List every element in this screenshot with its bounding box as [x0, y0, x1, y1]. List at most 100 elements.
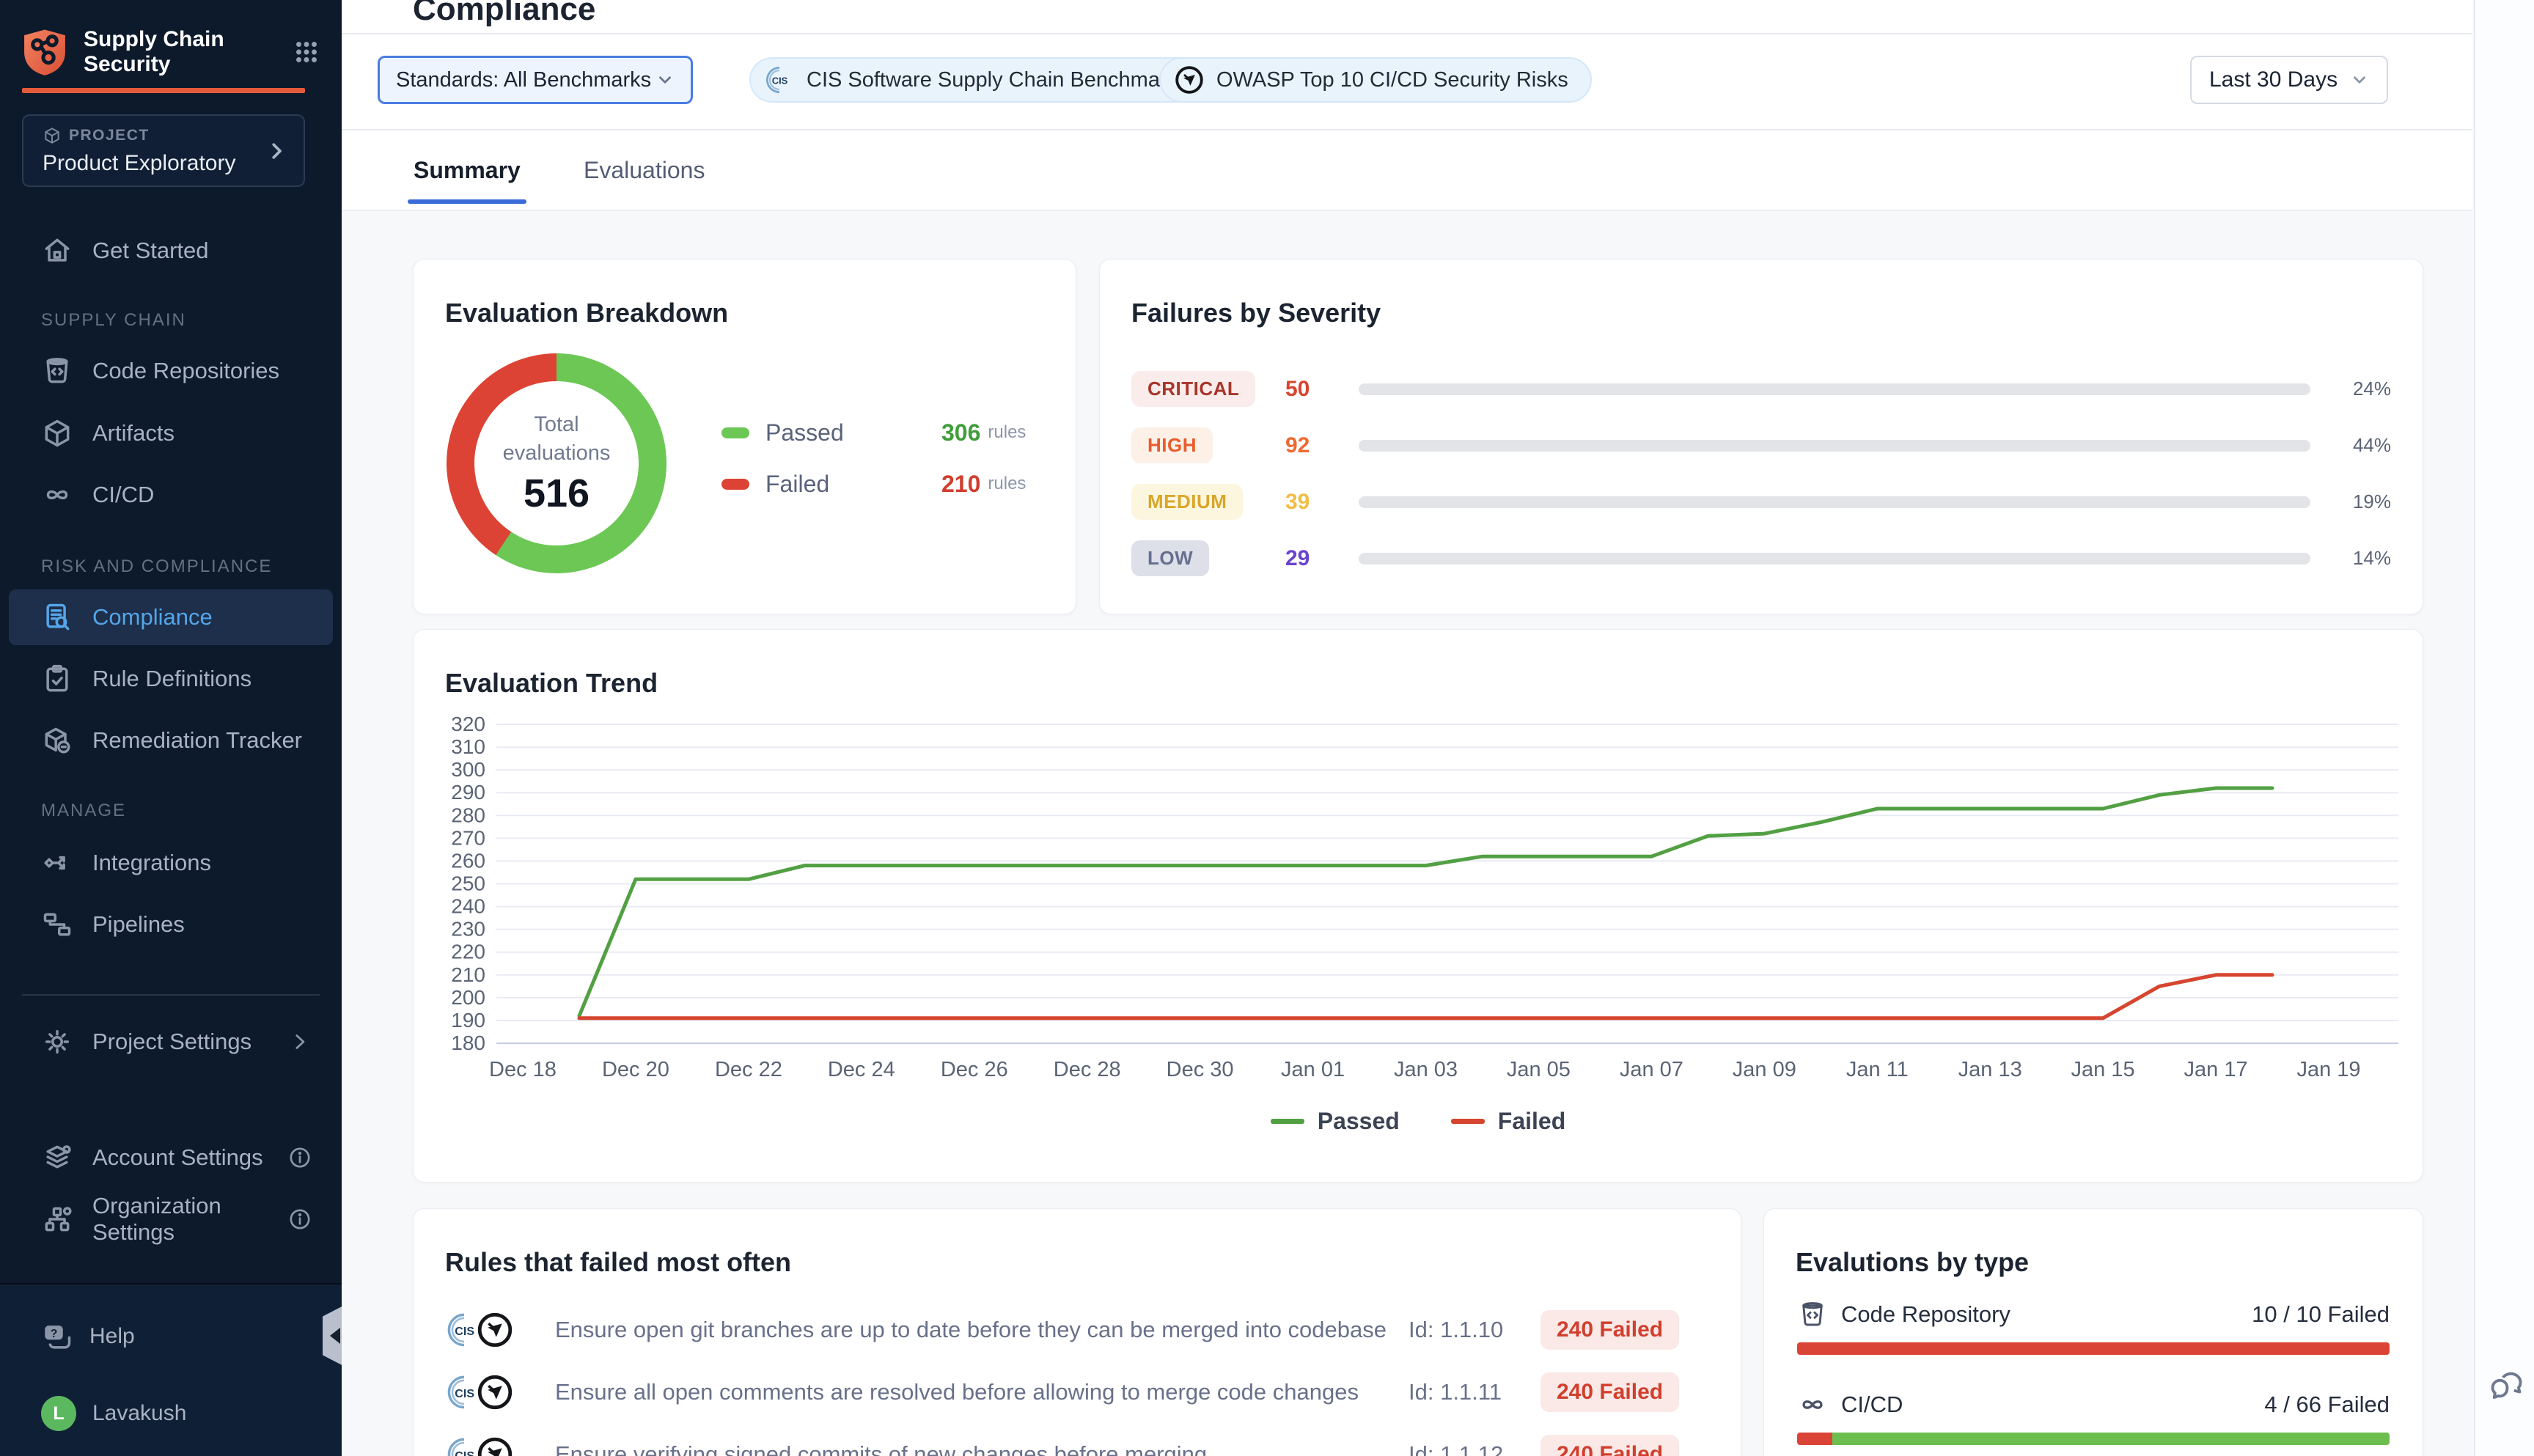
tab-label: Summary [414, 157, 521, 184]
user-menu[interactable]: L Lavakush [41, 1396, 186, 1431]
svg-text:Jan 09: Jan 09 [1733, 1058, 1796, 1081]
standards-filter-select[interactable]: Standards: All Benchmarks [378, 56, 693, 104]
rule-description: Ensure verifying signed commits of new c… [555, 1441, 1409, 1456]
svg-text:320: 320 [451, 713, 485, 735]
evaluation-breakdown-card: Evaluation Breakdown Total evaluations 5… [413, 259, 1076, 614]
svg-text:250: 250 [451, 872, 485, 895]
sidebar-item-label: Organization Settings [92, 1193, 287, 1246]
sidebar-footer: ? Help L Lavakush [0, 1283, 342, 1456]
failed-segment [1797, 1342, 2390, 1355]
cis-logo-icon: CIS [764, 65, 795, 95]
benchmark-chip-owasp[interactable]: OWASP Top 10 CI/CD Security Risks [1159, 57, 1592, 103]
date-range-select[interactable]: Last 30 Days [2190, 56, 2388, 104]
user-name: Lavakush [92, 1401, 186, 1426]
rule-standard-icons: CIS [445, 1435, 555, 1456]
sidebar-item-label: Integrations [92, 850, 211, 876]
sidebar-section-label: RISK AND COMPLIANCE [41, 552, 272, 581]
rule-row[interactable]: CIS Ensure verifying signed commits of ne… [445, 1423, 1709, 1456]
severity-badge: MEDIUM [1131, 484, 1243, 520]
legend-unit: rules [988, 422, 1026, 443]
rule-row[interactable]: CISEnsure all open comments are resolved… [445, 1361, 1709, 1423]
failures-by-severity-card: Failures by Severity CRITICAL5024%HIGH92… [1099, 259, 2423, 614]
legend-label: Failed [1498, 1108, 1565, 1135]
svg-text:CIS: CIS [455, 1324, 474, 1337]
sidebar-item-integrations[interactable]: Integrations [0, 835, 342, 891]
by-type-row-code-repository: Code Repository 10 / 10 Failed [1797, 1295, 2390, 1355]
sidebar-item-compliance[interactable]: Compliance [9, 589, 333, 645]
code-repo-icon [1797, 1299, 1828, 1330]
sidebar-item-label: Code Repositories [92, 358, 279, 384]
sidebar-item-organization-settings[interactable]: Organization Settings [0, 1191, 342, 1247]
by-type-label: Code Repository [1841, 1301, 2010, 1328]
severity-row-low: LOW2914% [1131, 530, 2391, 587]
evaluations-donut-chart: Total evaluations 516 [447, 353, 666, 573]
owasp-logo-icon [476, 1311, 514, 1349]
right-utility-strip [2474, 0, 2534, 1456]
filter-bar: Standards: All Benchmarks CIS CIS Softwa… [342, 34, 2472, 130]
severity-percent: 14% [2310, 547, 2391, 570]
trend-legend-item-failed: Failed [1451, 1108, 1565, 1135]
by-type-value: 10 / 10 Failed [2252, 1301, 2390, 1328]
card-title: Failures by Severity [1131, 298, 1381, 328]
severity-row-medium: MEDIUM 39 19% [1131, 474, 2391, 530]
app-window: Supply Chain Security PROJECT [0, 0, 2534, 1456]
help-button[interactable]: ? Help [41, 1321, 135, 1352]
svg-text:Jan 15: Jan 15 [2071, 1058, 2135, 1081]
chevron-right-icon [287, 1029, 312, 1054]
severity-bar-track [1359, 383, 2310, 395]
svg-text:?: ? [51, 1328, 58, 1340]
svg-text:270: 270 [451, 826, 485, 849]
svg-text:Dec 22: Dec 22 [715, 1058, 782, 1081]
rule-id: Id: 1.1.12 [1409, 1441, 1540, 1456]
sidebar-item-cicd[interactable]: CI/CD [0, 467, 342, 523]
sidebar-item-remediation-tracker[interactable]: Remediation Tracker [0, 713, 342, 768]
severity-percent: 44% [2310, 434, 2391, 457]
donut-center: Total evaluations 516 [474, 381, 639, 545]
tab-evaluations[interactable]: Evaluations [584, 130, 705, 210]
rule-row[interactable]: CISEnsure open git branches are up to da… [445, 1298, 1709, 1361]
main-area: Compliance Standards: All Benchmarks CIS… [342, 0, 2534, 1456]
severity-badge: LOW [1131, 540, 1209, 576]
severity-percent: 19% [2310, 490, 2391, 513]
svg-text:Jan 17: Jan 17 [2184, 1058, 2248, 1081]
sidebar-item-pipelines[interactable]: Pipelines [0, 897, 342, 952]
rules-failed-card: Rules that failed most often CISEnsure o… [413, 1208, 1741, 1456]
svg-text:CIS: CIS [455, 1386, 474, 1400]
sidebar-item-rule-definitions[interactable]: Rule Definitions [0, 651, 342, 707]
sidebar-item-project-settings[interactable]: Project Settings [0, 1014, 342, 1070]
tab-summary[interactable]: Summary [414, 130, 521, 210]
svg-text:230: 230 [451, 918, 485, 941]
sidebar-item-account-settings[interactable]: Account Settings [0, 1130, 342, 1185]
severity-bar-track [1359, 440, 2310, 452]
svg-text:CIS: CIS [455, 1449, 474, 1456]
svg-text:310: 310 [451, 735, 485, 758]
tab-label: Evaluations [584, 157, 705, 184]
sidebar-item-code-repositories[interactable]: Code Repositories [0, 343, 342, 399]
sidebar-item-label: Artifacts [92, 420, 175, 446]
legend-label: Passed [1318, 1108, 1400, 1135]
severity-percent: 24% [2310, 378, 2391, 400]
severity-bar-track [1359, 553, 2310, 565]
collapse-arrow-icon [330, 1328, 340, 1344]
help-label: Help [89, 1324, 135, 1349]
legend-dash [1451, 1119, 1485, 1124]
package-icon [41, 417, 73, 449]
donut-total-value: 516 [524, 471, 590, 516]
compliance-doc-icon [41, 601, 73, 633]
severity-count: 39 [1285, 490, 1359, 515]
sidebar-item-artifacts[interactable]: Artifacts [0, 405, 342, 461]
by-type-header: CI/CD4 / 66 Failed [1797, 1386, 2390, 1424]
passed-segment [1832, 1433, 2390, 1445]
trend-line-chart: 1801902002102202302402502602702802903003… [414, 691, 2424, 1102]
sidebar-nav: Get StartedSUPPLY CHAINCode Repositories… [0, 0, 342, 1456]
sidebar-item-get-started[interactable]: Get Started [0, 223, 342, 279]
severity-rows: CRITICAL5024%HIGH9244%MEDIUM3919%LOW2914… [1131, 361, 2391, 587]
owasp-logo-icon [476, 1373, 514, 1411]
chat-bubbles-icon[interactable] [2487, 1368, 2525, 1406]
tab-strip: Summary Evaluations [342, 130, 2472, 211]
sidebar-item-label: Remediation Tracker [92, 727, 302, 754]
sidebar: Supply Chain Security PROJECT [0, 0, 342, 1456]
rule-failed-badge: 240 Failed [1540, 1372, 1679, 1412]
page-title-bar: Compliance [342, 0, 2472, 34]
home-icon [41, 235, 73, 267]
